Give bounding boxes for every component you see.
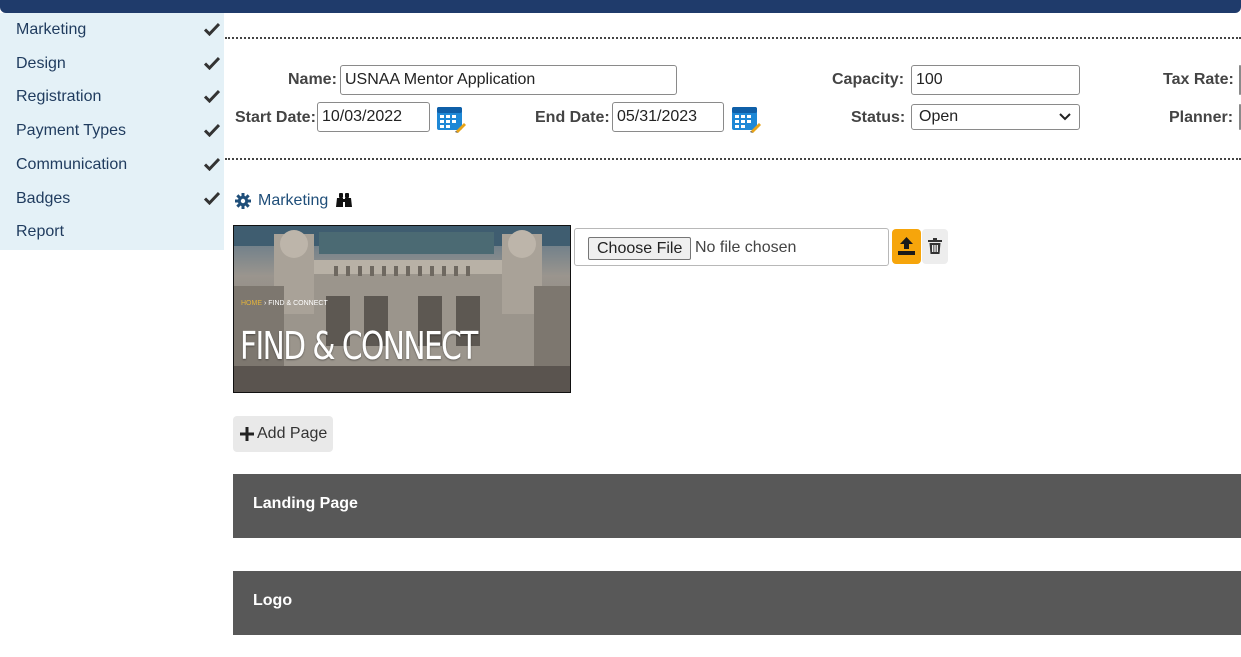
calendar-icon[interactable] (731, 103, 761, 133)
sidebar-item-payment-types[interactable]: Payment Types (0, 114, 224, 147)
calendar-icon[interactable] (436, 103, 466, 133)
start-date-input[interactable] (317, 102, 430, 132)
breadcrumb-home: HOME (241, 300, 262, 307)
preview-headline: FIND & CONNECT (240, 324, 478, 368)
sidebar-item-label: Badges (16, 190, 71, 207)
top-bar (0, 0, 1241, 13)
marketing-image-preview: HOME › FIND & CONNECT FIND & CONNECT (233, 225, 571, 393)
trash-icon (928, 238, 942, 254)
sidebar-item-report[interactable]: Report (0, 215, 224, 248)
divider (225, 37, 1241, 39)
choose-file-button[interactable]: Choose File (588, 237, 692, 260)
name-label: Name: (288, 71, 337, 88)
preview-breadcrumb: HOME › FIND & CONNECT (241, 300, 328, 307)
section-title-text: Marketing (258, 192, 329, 209)
status-select[interactable]: Open (911, 104, 1080, 130)
sidebar-item-design[interactable]: Design (0, 47, 224, 80)
upload-button[interactable] (892, 229, 921, 264)
panel-title: Landing Page (253, 495, 358, 512)
upload-icon (898, 237, 915, 255)
panel-landing-page[interactable]: Landing Page (233, 474, 1241, 538)
breadcrumb-current: › FIND & CONNECT (263, 300, 328, 307)
capacity-input[interactable] (911, 65, 1080, 95)
panel-logo[interactable]: Logo (233, 571, 1241, 635)
checkmark-icon (204, 89, 220, 103)
sidebar-item-badges[interactable]: Badges (0, 182, 224, 215)
sidebar-item-label: Marketing (16, 21, 87, 38)
file-input[interactable]: Choose File No file chosen (574, 228, 889, 266)
plus-icon (240, 427, 254, 441)
status-label: Status: (851, 109, 906, 126)
checkmark-icon (204, 157, 220, 171)
sidebar-item-label: Report (16, 223, 65, 240)
sidebar-item-label: Registration (16, 88, 102, 105)
checkmark-icon (204, 123, 220, 137)
checkmark-icon (204, 22, 220, 36)
panel-title: Logo (253, 592, 293, 609)
sidebar-item-label: Design (16, 55, 66, 72)
divider (225, 158, 1241, 160)
name-input[interactable] (340, 65, 677, 95)
capacity-label: Capacity: (832, 71, 905, 88)
add-page-label: Add Page (257, 425, 328, 442)
status-select-value: Open (919, 108, 959, 125)
sidebar-item-label: Communication (16, 156, 128, 173)
sidebar-item-registration[interactable]: Registration (0, 80, 224, 113)
file-status-text: No file chosen (695, 239, 797, 256)
gear-icon (235, 193, 251, 209)
start-date-label: Start Date: (235, 109, 316, 126)
checkmark-icon (204, 191, 220, 205)
chevron-down-icon (1059, 113, 1071, 121)
end-date-label: End Date: (535, 109, 610, 126)
end-date-input[interactable] (612, 102, 724, 132)
sidebar-item-marketing[interactable]: Marketing (0, 13, 224, 46)
delete-button[interactable] (922, 229, 948, 264)
planner-label: Planner: (1169, 109, 1234, 126)
sidebar-nav: Marketing Design Registration Payment Ty… (0, 13, 224, 250)
checkmark-icon (204, 56, 220, 70)
add-page-button[interactable]: Add Page (233, 416, 333, 452)
sidebar-item-communication[interactable]: Communication (0, 148, 224, 181)
sidebar-item-label: Payment Types (16, 122, 126, 139)
binoculars-icon[interactable] (335, 193, 353, 208)
tax-rate-label: Tax Rate: (1163, 71, 1234, 88)
